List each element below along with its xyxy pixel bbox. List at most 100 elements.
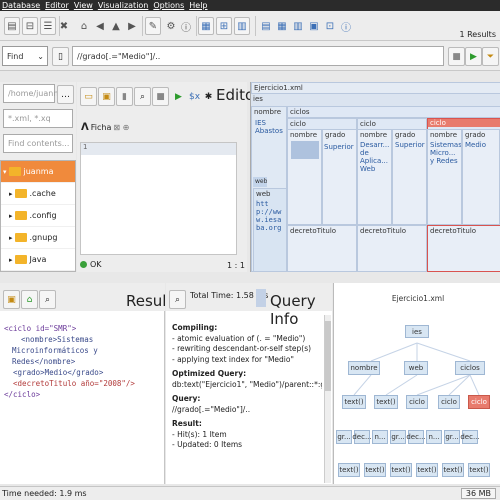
tree-node-ciclo-selected[interactable]: ciclo [468,395,490,409]
memory-usage[interactable]: 36 MB [460,488,496,499]
map-ciclo2-nombre[interactable]: nombre Desarr... de Aplica... Web [357,129,392,225]
tree-node[interactable]: dec... [460,430,480,444]
filter-input[interactable]: *.xml, *.xq [3,109,73,128]
query-input[interactable]: //grado[.="Medio"]/.. [72,46,444,66]
menu-database[interactable]: Database [2,1,40,10]
tree-item-gnupg[interactable]: ▸ .gnupg [1,227,75,249]
map-ciclo3-decreto[interactable]: decretoTitulo [427,225,500,272]
open-database-icon[interactable]: ⊟ [22,17,38,35]
map-ciclo3-nombre[interactable]: nombre Sistemas Micro... y Redes [427,129,462,225]
tree-node-web[interactable]: web [404,361,428,375]
back-icon[interactable]: ◀ [92,17,108,35]
stop-button[interactable]: ■ [448,47,465,66]
tree-item-config[interactable]: ▸ .config [1,205,75,227]
close-tab-icon[interactable]: ⊠ ⊕ [113,123,129,132]
preferences-icon[interactable]: ✎ [145,17,161,35]
history-button[interactable]: ▯ [52,47,69,66]
search-icon[interactable]: ⌕ [134,87,151,106]
tree-item-juanma[interactable]: ▾ juanma [1,161,75,183]
map-ciclos[interactable]: ciclos [287,106,500,118]
tree-item-cache[interactable]: ▸ .cache [1,183,75,205]
plot-view-icon[interactable]: ▥ [290,17,306,35]
tree-item-java[interactable]: ▸ Java [1,249,75,271]
map-title[interactable]: Ejercicio1.xml [251,82,500,94]
tree-node-text[interactable]: text() [416,463,438,477]
explorer-view-icon[interactable]: ⊡ [322,17,338,35]
map-ies[interactable]: ies [251,94,500,106]
file-tab[interactable]: ᐱ Ficha ⊠ ⊕ [81,122,129,133]
tree-node-ciclo[interactable]: ciclo [438,395,460,409]
home-icon[interactable]: ⌂ [21,290,38,309]
main-toolbar: ▤ ⊟ ☰ ✖ ⌂ ◀ ▲ ▶ ✎ ⚙ ⓘ ▦ ⊞ ▥ ▤ ▦ ▥ ▣ ⊡ ⓘ … [0,11,500,41]
close-icon[interactable]: ✖ [56,17,72,35]
xml-line: <decretoTitulo año="2008"/> [4,379,135,388]
folder-view-icon[interactable]: ▣ [306,17,322,35]
map-ciclo3-grado[interactable]: grado Medio [462,129,500,225]
scrollbar-thumb[interactable] [325,321,331,391]
tree-node-nombre[interactable]: nombre [348,361,380,375]
tree-node-text[interactable]: text() [442,463,464,477]
map-ciclo1-decreto[interactable]: decretoTitulo [287,225,357,272]
map-web[interactable]: web http://www.iesaba.org [253,188,287,272]
map-ciclo1-bars [291,141,319,159]
menu-editor[interactable]: Editor [45,1,69,10]
tree-node-text[interactable]: text() [374,395,398,409]
properties-icon[interactable]: ☰ [40,17,56,35]
options-icon[interactable]: ⚙ [163,17,179,35]
gear-icon[interactable]: ✱ [200,87,217,106]
tree-node-text[interactable]: text() [390,463,412,477]
stop-icon[interactable]: ■ [152,87,169,106]
tree-node-ies[interactable]: ies [405,325,429,338]
new-database-icon[interactable]: ▤ [4,17,20,35]
close-file-icon[interactable]: ▮ [116,87,133,106]
save-icon[interactable]: ▣ [98,87,115,106]
tree-node[interactable]: gr... [336,430,352,444]
query-info-body[interactable]: Compiling: - atomic evaluation of (. = "… [172,323,322,451]
menu-view[interactable]: View [74,1,93,10]
info-icon[interactable]: ⓘ [178,17,194,35]
result-xml[interactable]: <ciclo id="SMR"> <nombre>Sistemas Microi… [4,323,164,400]
search-icon[interactable]: ⌕ [39,290,56,309]
tree-node[interactable]: n... [426,430,442,444]
tree-node-text[interactable]: text() [364,463,386,477]
info-view-icon[interactable]: ⓘ [338,17,354,35]
mode-select[interactable]: Find ⌄ [2,46,48,66]
tree-node[interactable]: n... [372,430,388,444]
code-area[interactable]: 1 [80,142,237,255]
filter-button[interactable]: ⏷ [482,47,499,66]
path-input[interactable]: /home/juanma/ [3,84,69,103]
map-web-tag[interactable]: web [253,177,267,187]
tree-node-ciclos[interactable]: ciclos [455,361,485,375]
menu-help[interactable]: Help [189,1,207,10]
run-icon[interactable]: ▶ [170,87,187,106]
home-icon[interactable]: ⌂ [76,17,92,35]
find-contents-input[interactable]: Find contents... [3,134,73,153]
map-view-icon[interactable]: ▦ [198,17,214,35]
tree-node[interactable]: gr... [390,430,406,444]
table-view-icon[interactable]: ▦ [274,17,290,35]
browse-button[interactable]: … [57,85,74,104]
menu-options[interactable]: Options [153,1,184,10]
tree-node[interactable]: dec... [406,430,426,444]
query-info-scrollbar[interactable] [324,315,331,483]
tree-node-text[interactable]: text() [468,463,490,477]
up-icon[interactable]: ▲ [108,17,124,35]
map-ciclo2-grado[interactable]: grado Superior [392,129,427,225]
tree-view-icon[interactable]: ⊞ [216,17,232,35]
open-file-icon[interactable]: ▭ [80,87,97,106]
map-ciclo2-decreto[interactable]: decretoTitulo [357,225,427,272]
tree-node-text[interactable]: text() [342,395,366,409]
forward-icon[interactable]: ▶ [124,17,140,35]
execute-button[interactable]: ▶ [465,47,482,66]
text-view-icon[interactable]: ▥ [234,17,250,35]
result-panel: ▣ ⌂ ⌕ Result <ciclo id="SMR"> <nombre>Si… [0,283,172,484]
tree-node-ciclo[interactable]: ciclo [406,395,428,409]
save-result-icon[interactable]: ▣ [3,290,20,309]
xml-line: </ciclo> [4,390,41,399]
search-icon[interactable]: ⌕ [169,290,186,309]
tree-node[interactable]: dec... [352,430,372,444]
tree-node-text[interactable]: text() [338,463,360,477]
menu-visualization[interactable]: Visualization [98,1,149,10]
tree-node[interactable]: gr... [444,430,460,444]
query-view-icon[interactable]: ▤ [258,17,274,35]
